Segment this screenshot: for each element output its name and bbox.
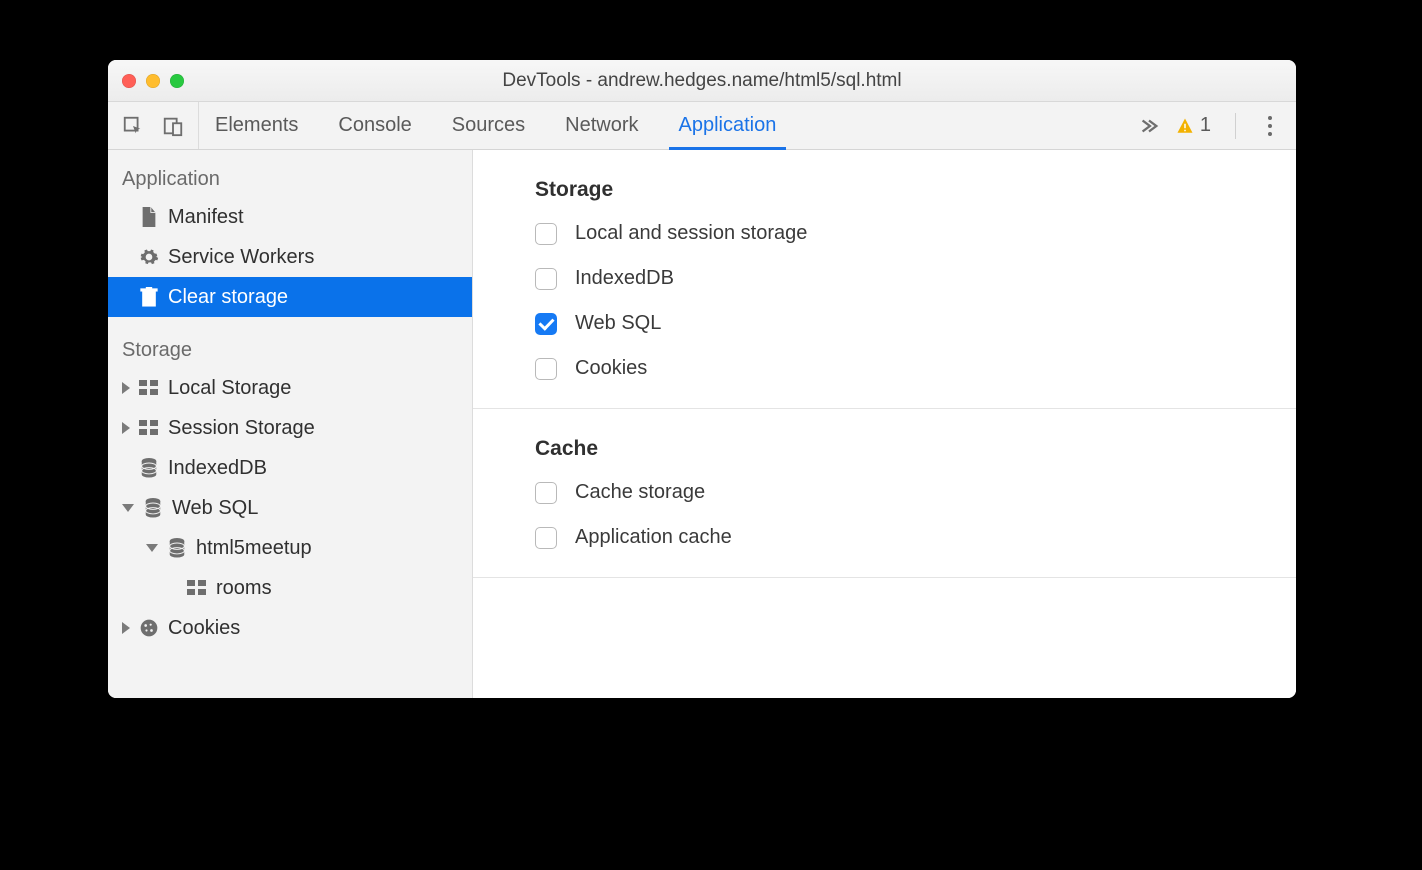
checkbox[interactable] [535, 527, 557, 549]
checkbox-row-local-and-session-storage[interactable]: Local and session storage [535, 222, 1296, 245]
database-icon [166, 537, 188, 559]
devtools-toolbar: Elements Console Sources Network Application… [108, 102, 1296, 150]
devtools-window: DevTools - andrew.hedges.name/html5/sql.… [108, 60, 1296, 698]
chevron-down-icon[interactable] [146, 544, 158, 552]
checkbox-row-indexeddb[interactable]: IndexedDB [535, 267, 1296, 290]
database-icon [138, 457, 160, 479]
checkbox[interactable] [535, 358, 557, 380]
trash-icon [138, 286, 160, 308]
database-icon [142, 497, 164, 519]
section-title: Storage [535, 178, 1296, 202]
warnings-indicator[interactable]: 1 [1176, 114, 1211, 137]
checkbox-row-cookies[interactable]: Cookies [535, 357, 1296, 380]
checkbox[interactable] [535, 223, 557, 245]
zoom-window-button[interactable] [170, 74, 184, 88]
toolbar-divider [1235, 113, 1236, 139]
device-toolbar-icon[interactable] [162, 115, 184, 137]
more-tabs-icon[interactable] [1138, 115, 1160, 137]
sidebar-item-label: Clear storage [168, 286, 288, 309]
sidebar-item-service-workers[interactable]: Service Workers [108, 237, 472, 277]
checkbox[interactable] [535, 313, 557, 335]
chevron-down-icon[interactable] [122, 504, 134, 512]
minimize-window-button[interactable] [146, 74, 160, 88]
warning-count: 1 [1200, 114, 1211, 137]
sidebar-item-rooms[interactable]: rooms [108, 568, 472, 608]
grid-icon [138, 417, 160, 439]
sidebar-item-label: Service Workers [168, 246, 314, 269]
traffic-lights [108, 74, 184, 88]
sidebar-item-label: rooms [216, 577, 272, 600]
gear-icon [138, 246, 160, 268]
warning-icon [1176, 117, 1194, 135]
sidebar-group-storage: Storage [108, 331, 472, 368]
checkbox-label: Local and session storage [575, 222, 807, 245]
section-title: Cache [535, 437, 1296, 461]
chevron-right-icon[interactable] [122, 422, 130, 434]
sidebar-item-html5meetup[interactable]: html5meetup [108, 528, 472, 568]
sidebar-item-label: IndexedDB [168, 457, 267, 480]
checkbox-label: IndexedDB [575, 267, 674, 290]
sidebar-group-application: Application [108, 160, 472, 197]
checkbox-row-web-sql[interactable]: Web SQL [535, 312, 1296, 335]
document-icon [138, 206, 160, 228]
checkbox-row-cache-storage[interactable]: Cache storage [535, 481, 1296, 504]
chevron-right-icon[interactable] [122, 382, 130, 394]
sidebar-item-indexeddb[interactable]: IndexedDB [108, 448, 472, 488]
cookie-icon [138, 617, 160, 639]
tab-application[interactable]: Application [679, 102, 777, 149]
close-window-button[interactable] [122, 74, 136, 88]
inspect-element-icon[interactable] [122, 115, 144, 137]
chevron-right-icon[interactable] [122, 622, 130, 634]
sidebar-item-label: Web SQL [172, 497, 258, 520]
window-titlebar: DevTools - andrew.hedges.name/html5/sql.… [108, 60, 1296, 102]
sidebar-item-label: Manifest [168, 206, 244, 229]
application-sidebar: Application Manifest Service Workers Clear … [108, 150, 473, 698]
sidebar-item-label: Session Storage [168, 417, 315, 440]
sidebar-item-session-storage[interactable]: Session Storage [108, 408, 472, 448]
application-main-panel: Storage Local and session storage IndexedD… [473, 150, 1296, 698]
sidebar-item-web-sql[interactable]: Web SQL [108, 488, 472, 528]
tab-console[interactable]: Console [338, 102, 411, 149]
checkbox-label: Application cache [575, 526, 732, 549]
sidebar-item-manifest[interactable]: Manifest [108, 197, 472, 237]
sidebar-item-clear-storage[interactable]: Clear storage [108, 277, 472, 317]
sidebar-item-local-storage[interactable]: Local Storage [108, 368, 472, 408]
checkbox-row-application-cache[interactable]: Application cache [535, 526, 1296, 549]
section-cache: Cache Cache storage Application cache [473, 409, 1296, 578]
sidebar-item-label: Cookies [168, 617, 240, 640]
kebab-menu-button[interactable] [1260, 116, 1280, 136]
tab-elements[interactable]: Elements [215, 102, 298, 149]
checkbox-label: Cookies [575, 357, 647, 380]
grid-icon [138, 377, 160, 399]
grid-icon [186, 577, 208, 599]
window-title: DevTools - andrew.hedges.name/html5/sql.… [108, 70, 1296, 92]
sidebar-item-label: html5meetup [196, 537, 312, 560]
sidebar-item-cookies[interactable]: Cookies [108, 608, 472, 648]
section-storage: Storage Local and session storage IndexedD… [473, 150, 1296, 409]
tab-sources[interactable]: Sources [452, 102, 525, 149]
checkbox-label: Web SQL [575, 312, 661, 335]
sidebar-item-label: Local Storage [168, 377, 291, 400]
checkbox-label: Cache storage [575, 481, 705, 504]
checkbox[interactable] [535, 268, 557, 290]
tab-network[interactable]: Network [565, 102, 638, 149]
checkbox[interactable] [535, 482, 557, 504]
